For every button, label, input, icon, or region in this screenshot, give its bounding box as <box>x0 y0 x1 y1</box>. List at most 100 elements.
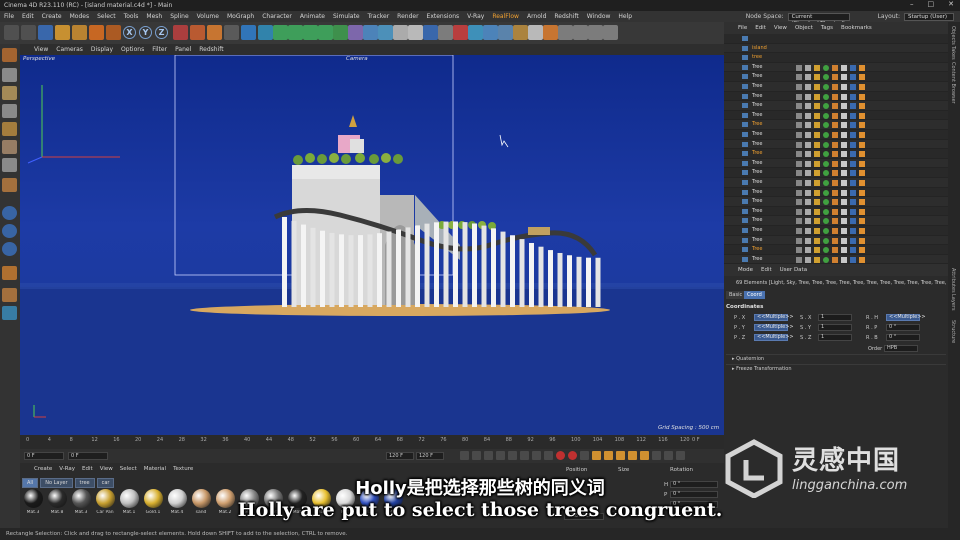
object-tag-icon[interactable] <box>823 132 829 138</box>
freeze-transformation-fold[interactable]: ▸ Freeze Transformation <box>726 364 946 373</box>
object-tag-icon[interactable] <box>805 247 811 254</box>
menu-tracker[interactable]: Tracker <box>368 13 390 20</box>
object-tag-icon[interactable] <box>850 228 856 234</box>
model-mode-icon[interactable] <box>2 68 17 82</box>
quaternion-fold[interactable]: ▸ Quaternion <box>726 354 946 363</box>
redo-icon[interactable] <box>21 25 36 40</box>
snap-s3-icon[interactable] <box>2 242 17 256</box>
object-row[interactable]: Tree <box>724 158 948 169</box>
position-value-field[interactable]: <<Multiple>> <box>754 314 794 321</box>
edges-mode-icon[interactable] <box>2 140 17 154</box>
object-tag-icon[interactable] <box>832 112 838 119</box>
menu-animate[interactable]: Animate <box>300 13 325 20</box>
scale-value-field[interactable]: 1 <box>818 334 852 341</box>
object-tag-icon[interactable] <box>841 132 847 138</box>
menu-character[interactable]: Character <box>262 13 292 20</box>
object-tag-icon[interactable] <box>841 256 847 263</box>
timeline-settings-icon[interactable] <box>664 451 673 460</box>
object-tag-icon[interactable] <box>841 180 847 186</box>
pen-icon[interactable] <box>258 25 273 40</box>
object-tag-icon[interactable] <box>796 256 802 263</box>
side-tab-takes[interactable]: Takes <box>950 46 956 60</box>
object-tag-icon[interactable] <box>859 199 865 206</box>
shader-icon[interactable] <box>513 25 528 40</box>
object-row[interactable]: Tree <box>724 72 948 83</box>
viewport-menu-view[interactable]: View <box>34 46 48 53</box>
object-tag-icon[interactable] <box>796 189 802 196</box>
object-tag-icon[interactable] <box>805 170 811 177</box>
floor-icon[interactable] <box>408 25 423 40</box>
order-select[interactable]: HPB <box>884 345 918 352</box>
object-tag-icon[interactable] <box>796 218 802 225</box>
om-menu-object[interactable]: Object <box>795 25 813 31</box>
workplane-icon[interactable] <box>2 104 17 118</box>
object-tag-icon[interactable] <box>841 151 847 158</box>
object-tag-icon[interactable] <box>850 132 856 138</box>
rot-key-icon[interactable] <box>604 451 613 460</box>
tab-basic[interactable]: Basic <box>726 291 746 299</box>
object-tag-icon[interactable] <box>805 132 811 138</box>
generator-icon[interactable] <box>318 25 333 40</box>
object-row[interactable]: Tree <box>724 178 948 188</box>
object-tag-icon[interactable] <box>841 160 847 167</box>
tool-c-icon[interactable] <box>588 25 603 40</box>
next-frame-icon[interactable] <box>508 451 517 460</box>
object-tag-icon[interactable] <box>805 103 811 110</box>
material-menu-material[interactable]: Material <box>144 466 166 472</box>
rotation-value-field[interactable]: 0 ° <box>886 334 920 341</box>
object-tag-icon[interactable] <box>814 189 820 196</box>
next-key-icon[interactable] <box>520 451 529 460</box>
object-tag-icon[interactable] <box>841 199 847 206</box>
object-tag-icon[interactable] <box>823 189 829 196</box>
object-tag-icon[interactable] <box>796 132 802 138</box>
object-tag-icon[interactable] <box>823 141 829 148</box>
tweak-icon[interactable] <box>2 306 17 320</box>
material-menu-v-ray[interactable]: V-Ray <box>59 466 75 472</box>
object-tag-icon[interactable] <box>814 151 820 158</box>
object-tag-icon[interactable] <box>796 103 802 110</box>
object-tag-icon[interactable] <box>850 151 856 158</box>
cloner-icon[interactable] <box>288 25 303 40</box>
object-tag-icon[interactable] <box>823 237 829 244</box>
timeline-ruler[interactable]: 120 116 112 108 104 100 96 92 88 84 80 76 72 68 64 60 56… <box>20 435 724 449</box>
object-tag-icon[interactable] <box>805 237 811 244</box>
object-tag-icon[interactable] <box>796 160 802 167</box>
object-tag-icon[interactable] <box>823 93 829 100</box>
object-row[interactable]: Tree <box>724 187 948 198</box>
object-tag-icon[interactable] <box>859 151 865 158</box>
object-row[interactable]: Tree <box>724 91 948 102</box>
object-tag-icon[interactable] <box>805 112 811 119</box>
object-tag-icon[interactable] <box>805 189 811 196</box>
object-tag-icon[interactable] <box>832 180 838 186</box>
object-tag-icon[interactable] <box>814 132 820 138</box>
om-menu-tags[interactable]: Tags <box>821 25 833 31</box>
am-menu-mode[interactable]: Mode <box>738 267 753 273</box>
axis-x-toggle[interactable]: X <box>123 26 136 39</box>
snap-icon[interactable] <box>438 25 453 40</box>
material-icon[interactable] <box>468 25 483 40</box>
object-tag-icon[interactable] <box>859 170 865 177</box>
object-tag-icon[interactable] <box>850 180 856 186</box>
object-tag-icon[interactable] <box>814 74 820 81</box>
object-tag-icon[interactable] <box>823 228 829 234</box>
menu-redshift[interactable]: Redshift <box>554 13 578 20</box>
object-tag-icon[interactable] <box>814 112 820 119</box>
tool-b-icon[interactable] <box>573 25 588 40</box>
object-tag-icon[interactable] <box>859 74 865 81</box>
object-tag-icon[interactable] <box>832 160 838 167</box>
scene-icon[interactable] <box>348 25 363 40</box>
object-tag-icon[interactable] <box>850 103 856 110</box>
loop-icon[interactable] <box>544 451 553 460</box>
object-row[interactable]: Tree <box>724 101 948 111</box>
object-row[interactable]: tree <box>724 53 948 63</box>
move-icon[interactable] <box>55 25 70 40</box>
polygons-mode-icon[interactable] <box>2 158 17 172</box>
object-tag-icon[interactable] <box>850 189 856 196</box>
environment-icon[interactable] <box>393 25 408 40</box>
object-tag-icon[interactable] <box>832 64 838 71</box>
object-tag-icon[interactable] <box>814 84 820 90</box>
object-tag-icon[interactable] <box>814 141 820 148</box>
go-end-icon[interactable] <box>532 451 541 460</box>
object-tag-icon[interactable] <box>823 247 829 254</box>
close-icon[interactable]: ✕ <box>948 0 954 8</box>
